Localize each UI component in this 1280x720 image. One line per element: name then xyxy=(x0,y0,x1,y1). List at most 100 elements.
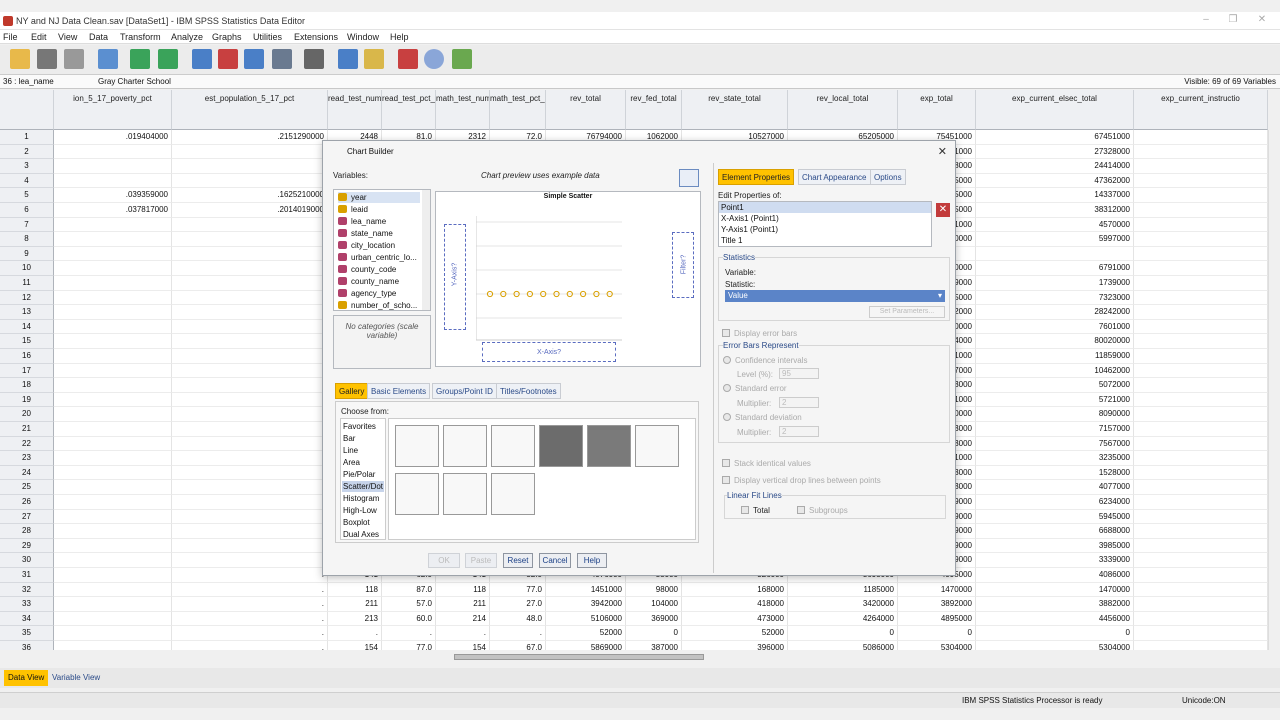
grid-cell[interactable]: . xyxy=(172,378,328,393)
column-header[interactable]: est_population_5_17_pct xyxy=(172,90,328,130)
grid-cell[interactable]: 67.0 xyxy=(490,641,546,650)
grid-cell[interactable]: 211 xyxy=(328,597,382,612)
grid-cell[interactable]: 47362000 xyxy=(976,173,1134,189)
grid-cell[interactable]: 4895000 xyxy=(898,611,976,627)
y-axis-drop-zone[interactable]: Y-Axis? xyxy=(444,224,466,330)
stack-identical-checkbox[interactable]: Stack identical values xyxy=(722,459,811,468)
grid-cell[interactable] xyxy=(54,290,172,306)
grid-cell[interactable]: 118 xyxy=(328,582,382,598)
grid-cell[interactable] xyxy=(1134,261,1268,276)
menu-window[interactable]: Window xyxy=(347,32,379,42)
tab-gallery[interactable]: Gallery xyxy=(335,383,369,399)
grid-cell[interactable]: . xyxy=(172,538,328,554)
grid-cell[interactable] xyxy=(1134,538,1268,554)
grid-cell[interactable]: 3942000 xyxy=(546,597,626,612)
grid-cell[interactable]: . xyxy=(172,349,328,364)
row-number[interactable]: 28 xyxy=(0,524,54,539)
grid-cell[interactable] xyxy=(976,246,1134,262)
grid-cell[interactable] xyxy=(54,582,172,598)
reset-button[interactable]: Reset xyxy=(503,553,533,568)
row-number[interactable]: 20 xyxy=(0,407,54,422)
grid-cell[interactable] xyxy=(1134,319,1268,335)
chart-type-item[interactable]: Dual Axes xyxy=(342,529,384,540)
grid-cell[interactable] xyxy=(1134,509,1268,525)
variable-item[interactable]: year xyxy=(338,192,420,203)
insert-variable-icon[interactable] xyxy=(364,49,384,69)
grid-cell[interactable]: . xyxy=(172,305,328,320)
chart-preview-canvas[interactable]: Simple Scatter Y-Axis? Filter? X-Axis? xyxy=(435,191,701,367)
grid-cell[interactable]: . xyxy=(172,641,328,650)
row-number[interactable]: 16 xyxy=(0,349,54,364)
variable-item[interactable]: county_name xyxy=(338,276,399,287)
grid-cell[interactable]: 3420000 xyxy=(788,597,898,612)
grid-cell[interactable]: 87.0 xyxy=(382,582,436,598)
grid-cell[interactable]: . xyxy=(172,465,328,481)
variable-item[interactable]: state_name xyxy=(338,228,393,239)
grid-cell[interactable]: 6234000 xyxy=(976,495,1134,510)
row-number[interactable]: 27 xyxy=(0,509,54,525)
chart-type-item[interactable]: Bar xyxy=(342,433,384,444)
grid-cell[interactable]: . xyxy=(172,611,328,627)
variable-item[interactable]: agency_type xyxy=(338,288,396,299)
chart-type-item[interactable]: Boxplot xyxy=(342,517,384,528)
tab-data-view[interactable]: Data View xyxy=(4,670,49,686)
grid-cell[interactable]: 5304000 xyxy=(898,641,976,650)
subgroups-checkbox[interactable]: Subgroups xyxy=(797,506,848,515)
grid-cell[interactable]: . xyxy=(172,217,328,233)
grid-cell[interactable] xyxy=(1134,363,1268,379)
grid-cell[interactable]: 1451000 xyxy=(546,582,626,598)
grid-cell[interactable]: 168000 xyxy=(682,582,788,598)
grid-cell[interactable] xyxy=(54,217,172,233)
grid-cell[interactable] xyxy=(54,363,172,379)
grid-cell[interactable]: 6791000 xyxy=(976,261,1134,276)
grid-cell[interactable]: 4077000 xyxy=(976,480,1134,495)
grid-cell[interactable]: 8090000 xyxy=(976,407,1134,422)
grid-cell[interactable]: 5997000 xyxy=(976,232,1134,247)
grid-cell[interactable]: . xyxy=(382,626,436,641)
menu-help[interactable]: Help xyxy=(390,32,409,42)
row-number[interactable]: 10 xyxy=(0,261,54,276)
column-header[interactable]: exp_total xyxy=(898,90,976,130)
row-number[interactable]: 23 xyxy=(0,451,54,466)
grid-cell[interactable]: 57.0 xyxy=(382,597,436,612)
insert-cases-icon[interactable] xyxy=(338,49,358,69)
grid-cell[interactable] xyxy=(54,626,172,641)
grid-cell[interactable] xyxy=(1134,349,1268,364)
scatterplot-matrix-thumb[interactable] xyxy=(443,473,487,515)
grid-cell[interactable] xyxy=(54,378,172,393)
grid-cell[interactable]: 4456000 xyxy=(976,611,1134,627)
column-header[interactable]: rev_state_total xyxy=(682,90,788,130)
tab-basic-elements[interactable]: Basic Elements xyxy=(367,383,431,399)
help-button[interactable]: Help xyxy=(577,553,607,568)
grid-cell[interactable] xyxy=(1134,465,1268,481)
grid-cell[interactable]: 48.0 xyxy=(490,611,546,627)
grid-cell[interactable]: 3235000 xyxy=(976,451,1134,466)
row-number[interactable]: 24 xyxy=(0,465,54,481)
grid-cell[interactable]: . xyxy=(172,495,328,510)
grid-cell[interactable] xyxy=(54,611,172,627)
tab-groups-point-id[interactable]: Groups/Point ID xyxy=(432,383,497,399)
menu-extensions[interactable]: Extensions xyxy=(294,32,338,42)
grid-cell[interactable] xyxy=(1134,524,1268,539)
grid-cell[interactable] xyxy=(54,553,172,568)
split-file-icon[interactable] xyxy=(398,49,418,69)
level-input[interactable]: 95 xyxy=(779,368,819,379)
set-parameters-button[interactable]: Set Parameters... xyxy=(869,306,945,318)
grid-cell[interactable] xyxy=(1134,130,1268,145)
row-number[interactable]: 1 xyxy=(0,130,54,145)
prop-item-title[interactable]: Title 1 xyxy=(719,235,931,246)
grid-cell[interactable]: . xyxy=(172,334,328,349)
grid-cell[interactable]: 77.0 xyxy=(490,582,546,598)
grid-cell[interactable] xyxy=(54,159,172,174)
run-descriptives-icon[interactable] xyxy=(272,49,292,69)
grid-cell[interactable]: 1185000 xyxy=(788,582,898,598)
variables-scrollbar[interactable] xyxy=(422,190,430,310)
grid-cell[interactable]: . xyxy=(172,392,328,408)
variable-item[interactable]: leaid xyxy=(338,204,368,215)
column-header[interactable]: rev_total xyxy=(546,90,626,130)
grid-cell[interactable]: . xyxy=(172,568,328,583)
grid-cell[interactable]: 11859000 xyxy=(976,349,1134,364)
grid-cell[interactable]: .037817000 xyxy=(54,203,172,218)
row-number[interactable]: 29 xyxy=(0,538,54,554)
grid-cell[interactable]: . xyxy=(172,319,328,335)
